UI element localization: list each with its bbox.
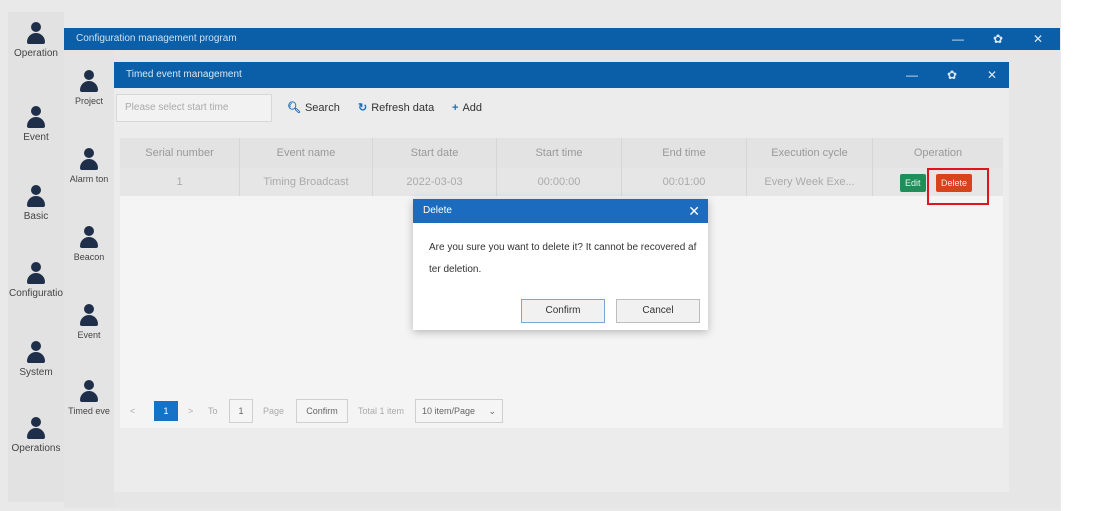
total-count: Total 1 item	[358, 406, 405, 416]
main-nav-label: System	[19, 367, 53, 378]
sub-nav-item-beacon[interactable]: Beacon	[64, 226, 114, 262]
sub-nav-label: Beacon	[73, 252, 105, 262]
edit-button[interactable]: Edit	[900, 174, 926, 192]
page-confirm-button[interactable]: Confirm	[296, 399, 348, 423]
restore-button[interactable]: ✿	[988, 28, 1008, 50]
main-nav-item-operations[interactable]: Operations	[8, 417, 64, 454]
to-label: To	[208, 406, 218, 416]
minimize-button[interactable]: —	[948, 28, 968, 50]
close-button[interactable]: ✕	[1028, 28, 1048, 50]
start-time-input[interactable]: Please select start time	[116, 94, 272, 122]
plus-icon: +	[452, 102, 459, 114]
cell-execution-cycle: Every Week Exe...	[747, 168, 873, 196]
header-execution-cycle: Execution cycle	[747, 138, 873, 168]
table-header: Serial number Event name Start date Star…	[120, 138, 1003, 168]
main-nav-label: Operations	[11, 443, 61, 454]
refresh-label: Refresh data	[371, 102, 435, 114]
screen: Operation Event Basic Configuratio Syste…	[0, 0, 1108, 511]
cell-serial-number: 1	[120, 168, 240, 196]
main-nav-item-configuration[interactable]: Configuratio	[8, 262, 64, 299]
sub-nav-item-event[interactable]: Event	[64, 304, 114, 340]
pagination: < 1 > To 1 Page Confirm Total 1 item 10 …	[118, 399, 718, 425]
cell-start-date: 2022-03-03	[373, 168, 497, 196]
sub-nav-label: Project	[74, 96, 103, 106]
delete-highlight-box	[927, 168, 989, 205]
toolbar: Please select start time 🔍︎ Search ↻ Refre…	[114, 88, 1009, 128]
user-icon	[80, 380, 98, 402]
sub-nav-label: Alarm ton	[69, 174, 109, 184]
main-nav-label: Configuratio	[9, 288, 63, 299]
prev-page-button[interactable]: <	[130, 399, 135, 423]
user-icon	[80, 148, 98, 170]
cell-end-time: 00:01:00	[622, 168, 747, 196]
dialog-message: Are you sure you want to delete it? It c…	[429, 242, 697, 275]
cancel-button[interactable]: Cancel	[616, 299, 700, 323]
add-button[interactable]: + Add	[452, 94, 482, 122]
user-icon	[27, 22, 45, 44]
user-icon	[27, 262, 45, 284]
chevron-down-icon: ⌄	[488, 406, 496, 416]
user-icon	[27, 417, 45, 439]
right-margin	[1061, 0, 1108, 511]
main-nav: Operation Event Basic Configuratio Syste…	[8, 12, 64, 502]
user-icon	[80, 304, 98, 326]
confirm-button[interactable]: Confirm	[521, 299, 605, 323]
header-end-time: End time	[622, 138, 747, 168]
search-icon: 🔍︎	[287, 102, 301, 114]
cell-start-time: 00:00:00	[497, 168, 622, 196]
table-row[interactable]: 1 Timing Broadcast 2022-03-03 00:00:00 0…	[120, 168, 1003, 196]
dialog-title: Delete	[413, 199, 708, 223]
user-icon	[27, 341, 45, 363]
page-jump-input[interactable]: 1	[229, 399, 253, 423]
header-serial-number: Serial number	[120, 138, 240, 168]
header-start-time: Start time	[497, 138, 622, 168]
dialog-close-button[interactable]: ✕	[688, 199, 700, 223]
refresh-icon: ↻	[358, 102, 368, 114]
page-size-value: 10 item/Page	[422, 406, 476, 416]
main-nav-item-operation[interactable]: Operation	[8, 22, 64, 59]
main-nav-item-basic[interactable]: Basic	[8, 185, 64, 222]
main-nav-item-system[interactable]: System	[8, 341, 64, 378]
search-label: Search	[304, 102, 340, 114]
header-event-name: Event name	[240, 138, 373, 168]
sub-nav-item-timed-event[interactable]: Timed eve	[64, 380, 114, 416]
config-window-title: Configuration management program	[64, 28, 1060, 50]
next-page-button[interactable]: >	[188, 399, 193, 423]
user-icon	[27, 106, 45, 128]
page-label: Page	[263, 406, 285, 416]
sub-nav-label: Timed eve	[68, 406, 110, 416]
restore-button[interactable]: ✿	[942, 62, 962, 88]
page-size-select[interactable]: 10 item/Page ⌄	[415, 399, 503, 423]
add-label: Add	[462, 102, 483, 114]
timed-event-window-title: Timed event management	[114, 62, 1009, 88]
main-nav-label: Basic	[23, 211, 49, 222]
main-nav-label: Operation	[14, 48, 58, 59]
sub-nav-label: Event	[77, 330, 101, 340]
refresh-button[interactable]: ↻ Refresh data	[358, 94, 434, 122]
header-start-date: Start date	[373, 138, 497, 168]
user-icon	[80, 226, 98, 248]
user-icon	[27, 185, 45, 207]
delete-dialog: Delete ✕ Are you sure you want to delete…	[413, 199, 708, 330]
minimize-button[interactable]: —	[902, 62, 922, 88]
sub-nav: Project Alarm ton Beacon Event Timed eve	[64, 50, 114, 508]
header-operation: Operation	[913, 147, 963, 159]
main-nav-item-event[interactable]: Event	[8, 106, 64, 143]
user-icon	[80, 70, 98, 92]
sub-nav-item-project[interactable]: Project	[64, 70, 114, 106]
sub-nav-item-alarm-tone[interactable]: Alarm ton	[64, 148, 114, 184]
current-page[interactable]: 1	[154, 401, 178, 421]
main-nav-label: Event	[23, 132, 49, 143]
close-button[interactable]: ✕	[982, 62, 1002, 88]
search-button[interactable]: 🔍︎ Search	[287, 94, 340, 122]
cell-event-name: Timing Broadcast	[240, 168, 373, 196]
